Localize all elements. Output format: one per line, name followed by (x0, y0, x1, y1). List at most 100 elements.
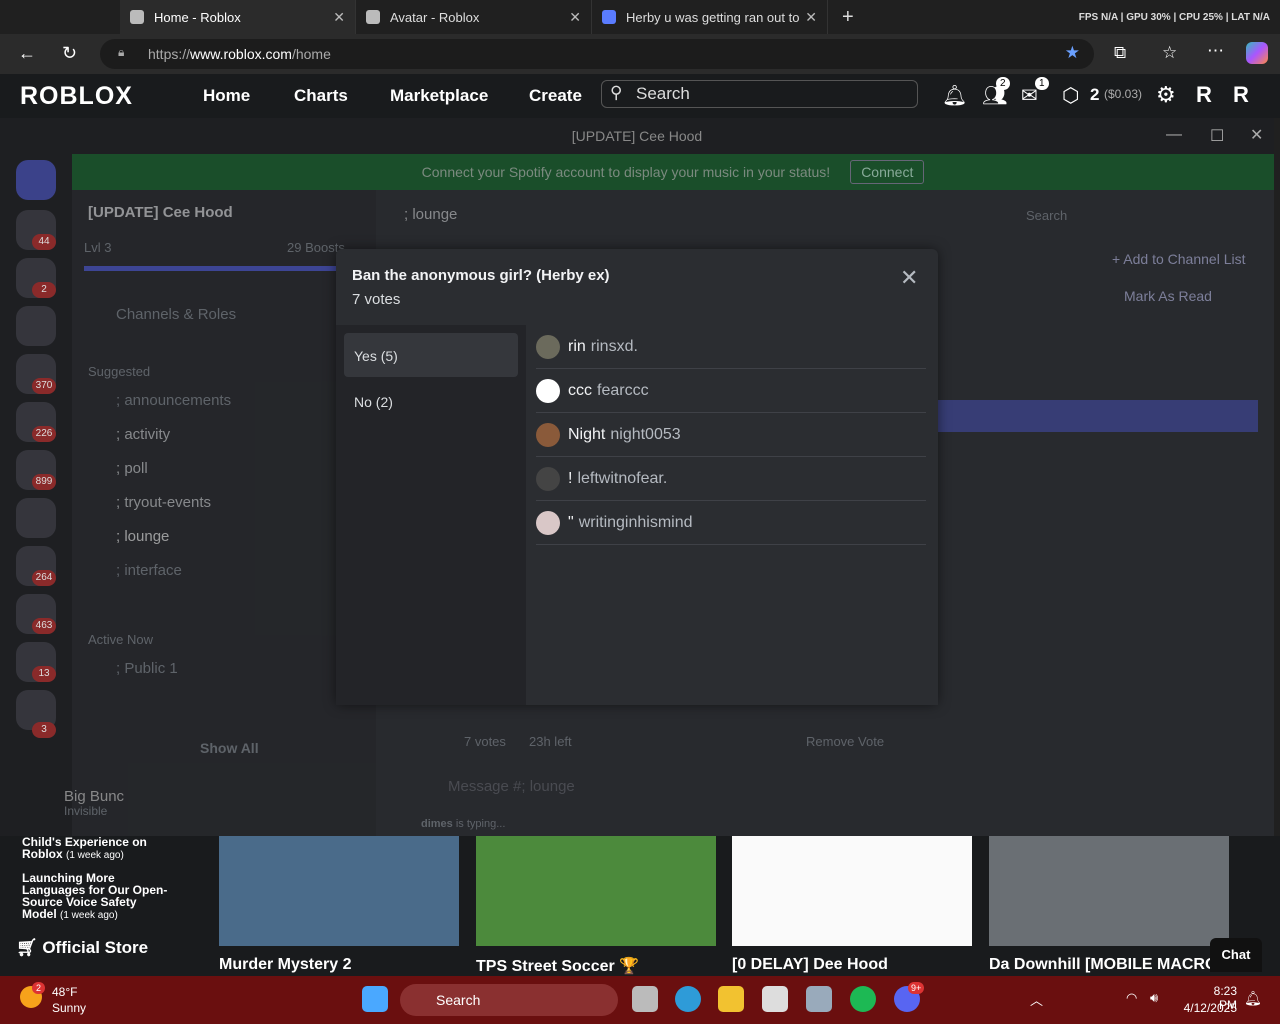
start-windows-icon[interactable] (362, 986, 388, 1012)
channel-activity[interactable]: ; activity (116, 426, 170, 443)
game-title[interactable]: Murder Mystery 2 (219, 956, 352, 974)
voter-row[interactable]: ccc fearccc (536, 369, 926, 413)
remove-vote-button[interactable]: Remove Vote (806, 734, 884, 749)
browser-tab-bar: Home - Roblox ✕ Avatar - Roblox ✕ Herby u … (0, 0, 1280, 34)
news-item[interactable]: Launching More Languages for Our Open-So… (22, 872, 172, 922)
tab-search[interactable]: Herby u was getting ran out to th ✕ (592, 0, 828, 34)
channels-roles-link[interactable]: Channels & Roles (116, 306, 236, 323)
server-icon[interactable] (16, 306, 56, 346)
extension-r-icon[interactable]: R (1196, 82, 1212, 108)
friends-icon[interactable]: 👥︎ 2 (982, 77, 1010, 108)
game-thumbnail[interactable] (476, 836, 716, 946)
show-all-button[interactable]: Show All (200, 740, 259, 756)
close-window-icon[interactable]: ✕ (1250, 125, 1263, 145)
spotify-banner: Connect your Spotify account to display … (72, 154, 1274, 190)
nav-home[interactable]: Home (203, 86, 250, 106)
channel-interface[interactable]: ; interface (116, 562, 182, 579)
news-item[interactable]: Child's Experience on Roblox (1 week ago… (22, 836, 172, 862)
back-icon[interactable]: ← (18, 43, 36, 64)
add-to-channel-list-button[interactable]: + Add to Channel List (1112, 251, 1246, 267)
new-tab-button[interactable]: + (842, 6, 854, 29)
official-store-link[interactable]: 🛒︎ Official Store (16, 938, 148, 958)
url-domain: www.roblox.com (190, 46, 292, 62)
roblox-content: Child's Experience on Roblox (1 week ago… (0, 836, 1280, 976)
message-input[interactable]: Message #; lounge (448, 778, 575, 795)
extensions-icon[interactable]: ⧉ (1114, 43, 1126, 63)
server-name[interactable]: [UPDATE] Cee Hood (88, 204, 233, 221)
voter-display-name: Night (568, 425, 606, 443)
channel-announcements[interactable]: ; announcements (116, 392, 231, 409)
nav-create[interactable]: Create (529, 86, 582, 106)
copilot-icon[interactable] (1246, 42, 1268, 64)
volume-icon[interactable]: 🔊︎ (1150, 990, 1158, 1006)
game-title[interactable]: [0 DELAY] Dee Hood (732, 956, 888, 974)
address-bar-row: ← ↻ 🔒︎ https://www.roblox.com/home ★ ⧉ ☆… (0, 34, 1280, 74)
nav-marketplace[interactable]: Marketplace (390, 86, 488, 106)
game-title[interactable]: TPS Street Soccer 🏆 (476, 956, 639, 976)
game-thumbnail[interactable] (732, 836, 972, 946)
close-icon[interactable]: ✕ (805, 9, 817, 26)
notification-bell-icon[interactable]: 🔔︎ (1244, 990, 1262, 1007)
voter-display-name: rin (568, 337, 586, 355)
edge-icon[interactable] (675, 986, 701, 1012)
spotify-connect-button[interactable]: Connect (850, 160, 925, 184)
settings-gear-icon[interactable]: ⚙︎ (1156, 82, 1176, 108)
mark-as-read-label[interactable]: Mark As Read (1124, 288, 1212, 304)
refresh-icon[interactable]: ↻ (62, 43, 77, 64)
cart-icon: 🛒︎ (16, 938, 38, 957)
weather-badge: 2 (32, 982, 46, 994)
chevron-up-icon[interactable]: ︿ (1030, 990, 1043, 1009)
channel-tryout-events[interactable]: ; tryout-events (116, 494, 211, 511)
taskbar-search[interactable]: Search (400, 984, 618, 1016)
channel-poll[interactable]: ; poll (116, 460, 148, 477)
server-list: 44 2 370 226 899 264 463 13 3 (0, 152, 72, 836)
favorites-icon[interactable]: ☆ (1162, 43, 1177, 63)
voter-row[interactable]: rin rinsxd. (536, 325, 926, 369)
voter-row[interactable]: ! leftwitnofear. (536, 457, 926, 501)
roblox-logo[interactable]: ROBLOX (20, 82, 133, 111)
spotify-icon[interactable] (850, 986, 876, 1012)
close-icon[interactable]: ✕ (900, 265, 918, 291)
more-icon[interactable]: ⋯ (1207, 41, 1224, 61)
voter-row[interactable]: Night night0053 (536, 413, 926, 457)
monitor-app-icon[interactable] (806, 986, 832, 1012)
browser-profile-area[interactable] (0, 0, 120, 34)
server-badge: 264 (32, 570, 56, 586)
server-icon[interactable] (16, 498, 56, 538)
game-title[interactable]: Da Downhill [MOBILE MACRO (989, 956, 1219, 974)
poll-option-no[interactable]: No (2) (344, 379, 518, 423)
chat-button[interactable]: Chat (1210, 938, 1262, 972)
robux-icon[interactable]: ⬡ (1062, 83, 1079, 108)
header-search[interactable]: Search (1026, 208, 1067, 223)
mark-as-read-bar[interactable] (938, 400, 1258, 432)
messages-icon[interactable]: ✉︎ 1 (1021, 77, 1049, 108)
server-badge: 3 (32, 722, 56, 738)
maximize-icon[interactable]: ☐ (1210, 126, 1224, 146)
app-icon[interactable] (762, 986, 788, 1012)
channel-lounge[interactable]: ; lounge (116, 528, 169, 545)
minimize-icon[interactable]: — (1166, 126, 1182, 144)
voice-channel[interactable]: ; Public 1 (116, 660, 178, 677)
wifi-icon[interactable]: ◠ (1126, 990, 1137, 1006)
clock-date[interactable]: 4/12/2025 (1180, 1001, 1237, 1015)
close-icon[interactable]: ✕ (569, 9, 581, 26)
voter-row[interactable]: " writinginhismind (536, 501, 926, 545)
game-thumbnail[interactable] (219, 836, 459, 946)
tab-avatar-roblox[interactable]: Avatar - Roblox ✕ (356, 0, 592, 34)
poll-option-yes[interactable]: Yes (5) (344, 333, 518, 377)
close-icon[interactable]: ✕ (333, 9, 345, 26)
task-view-icon[interactable] (632, 986, 658, 1012)
typing-text: is typing... (455, 818, 506, 830)
extension-r2-icon[interactable]: R (1233, 82, 1249, 108)
voter-username: rinsxd. (590, 337, 638, 355)
file-explorer-icon[interactable] (718, 986, 744, 1012)
tab-home-roblox[interactable]: Home - Roblox ✕ (120, 0, 356, 34)
windows-taskbar: 2 48°F Sunny Search 9+ ︿ ◠ 🔊︎ 8:23 PM 4/… (0, 976, 1280, 1024)
favorite-star-icon[interactable]: ★ (1065, 43, 1080, 63)
roblox-search-input[interactable]: ⚲ Search (601, 80, 918, 108)
notifications-bell-icon[interactable]: 🔔︎ (942, 83, 967, 108)
url-field[interactable]: 🔒︎ https://www.roblox.com/home ★ (100, 39, 1094, 69)
game-thumbnail[interactable] (989, 836, 1229, 946)
nav-charts[interactable]: Charts (294, 86, 348, 106)
discord-home-icon[interactable] (16, 160, 56, 200)
